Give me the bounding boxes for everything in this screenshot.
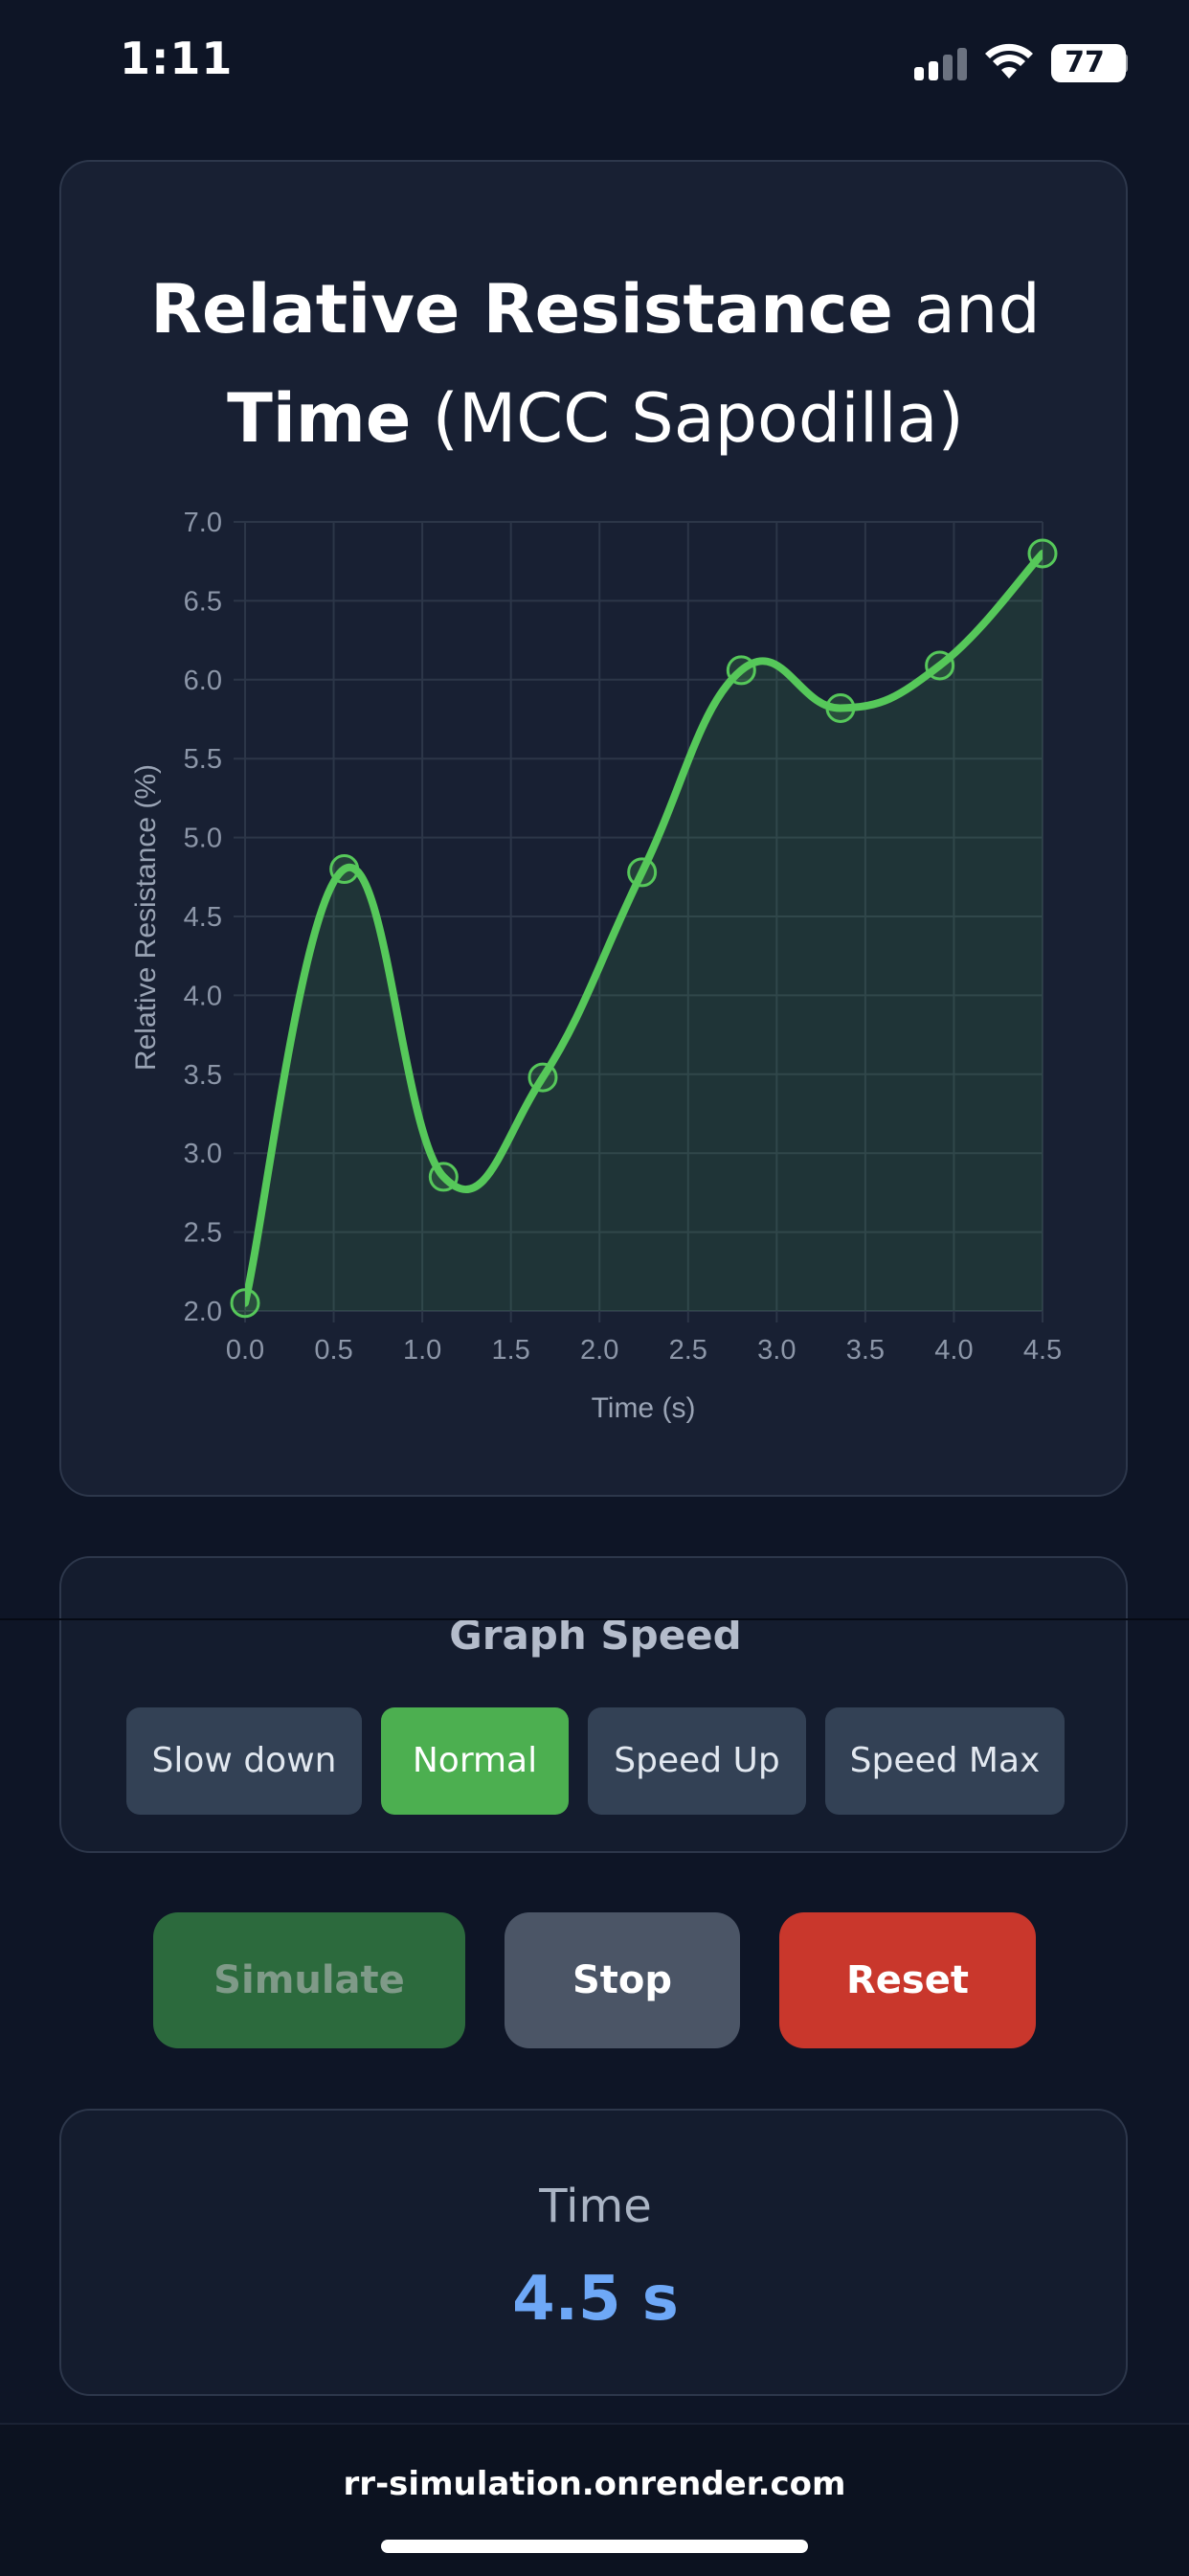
slow-down-button[interactable]: Slow down	[126, 1707, 362, 1815]
cellular-signal-icon	[914, 46, 968, 80]
normal-speed-button[interactable]: Normal	[381, 1707, 569, 1815]
stop-button[interactable]: Stop	[505, 1912, 740, 2048]
chart-card: Relative Resistance and Time (MCC Sapodi…	[59, 160, 1128, 1497]
graph-speed-card: Graph Speed Slow down Normal Speed Up Sp…	[59, 1556, 1128, 1853]
chart-title-bold-2: Time	[227, 379, 412, 458]
wifi-icon	[985, 43, 1033, 79]
url-bar[interactable]: rr-simulation.onrender.com	[0, 2465, 1189, 2503]
chart-title: Relative Resistance and	[61, 269, 1130, 350]
time-card: Time 4.5 s	[59, 2109, 1128, 2396]
reset-button[interactable]: Reset	[779, 1912, 1036, 2048]
speed-up-button[interactable]: Speed Up	[588, 1707, 806, 1815]
home-indicator[interactable]	[381, 2540, 808, 2553]
battery-nub	[1120, 54, 1128, 73]
simulate-button[interactable]: Simulate	[153, 1912, 465, 2048]
time-value: 4.5 s	[512, 2264, 679, 2335]
divider-line	[0, 1618, 1189, 1620]
status-bar: 1:11 77	[0, 0, 1189, 134]
chart-title-rest-1: and	[892, 270, 1041, 349]
browser-bottom-bar: rr-simulation.onrender.com	[0, 2423, 1189, 2576]
chart-title-bold-1: Relative Resistance	[150, 270, 893, 349]
chart-title-rest-2: (MCC Sapodilla)	[411, 379, 964, 458]
battery-level: 77	[1065, 46, 1105, 79]
chart-title-line-2: Time (MCC Sapodilla)	[61, 378, 1130, 459]
time-label: Time	[539, 2180, 652, 2233]
status-time: 1:11	[120, 33, 234, 84]
speed-max-button[interactable]: Speed Max	[825, 1707, 1065, 1815]
